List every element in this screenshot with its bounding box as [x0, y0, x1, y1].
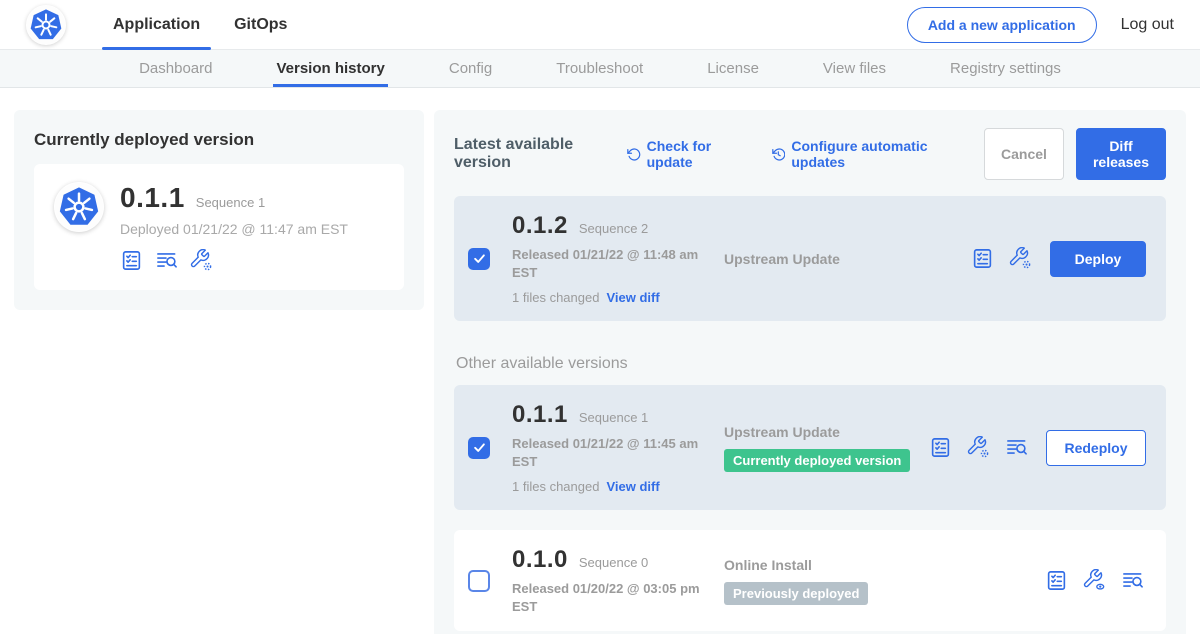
top-nav: Application GitOps Add a new application…	[0, 0, 1200, 50]
deploy-button[interactable]: Deploy	[1050, 241, 1146, 277]
add-application-button[interactable]: Add a new application	[907, 7, 1097, 43]
preflight-checks-icon[interactable]	[120, 249, 143, 272]
version-sequence: Sequence 1	[579, 410, 648, 425]
tab-registry-settings[interactable]: Registry settings	[947, 50, 1064, 87]
redeploy-button[interactable]: Redeploy	[1046, 430, 1146, 466]
version-number: 0.1.2	[512, 212, 568, 240]
version-number: 0.1.1	[512, 401, 568, 429]
version-row-0-1-1: 0.1.1 Sequence 1 Released 01/21/22 @ 11:…	[454, 385, 1166, 510]
deployed-version-card: 0.1.1 Sequence 1 Deployed 01/21/22 @ 11:…	[34, 164, 404, 290]
preflight-checks-icon[interactable]	[1045, 569, 1068, 592]
app-sub-nav: Dashboard Version history Config Trouble…	[0, 50, 1200, 88]
version-source: Upstream Update	[724, 251, 840, 267]
config-wrench-eye-icon[interactable]	[1083, 569, 1106, 592]
view-diff-search-icon[interactable]	[1121, 569, 1144, 592]
check-for-update-link[interactable]: Check for update	[626, 138, 745, 170]
version-row-0-1-0: 0.1.0 Sequence 0 Released 01/20/22 @ 03:…	[454, 530, 1166, 631]
tab-gitops-label: GitOps	[234, 16, 287, 34]
version-row-0-1-2: 0.1.2 Sequence 2 Released 01/21/22 @ 11:…	[454, 196, 1166, 321]
deployed-version-number: 0.1.1	[120, 182, 185, 214]
previously-deployed-badge: Previously deployed	[724, 582, 868, 605]
diff-releases-button[interactable]: Diff releases	[1076, 128, 1166, 180]
version-checkbox[interactable]	[468, 570, 490, 592]
config-wrench-gear-icon[interactable]	[967, 436, 990, 459]
released-timestamp: Released 01/21/22 @ 11:45 am EST	[512, 435, 700, 470]
view-diff-search-icon[interactable]	[155, 249, 178, 272]
checkmark-icon	[472, 440, 487, 455]
view-diff-link[interactable]: View diff	[606, 479, 659, 494]
checkmark-icon	[472, 251, 487, 266]
configure-automatic-updates-link[interactable]: Configure automatic updates	[771, 138, 958, 170]
tab-application[interactable]: Application	[96, 0, 217, 50]
other-versions-title: Other available versions	[456, 355, 1166, 373]
currently-deployed-badge: Currently deployed version	[724, 449, 910, 472]
currently-deployed-title: Currently deployed version	[34, 130, 404, 150]
tab-dashboard[interactable]: Dashboard	[136, 50, 215, 87]
tab-gitops[interactable]: GitOps	[217, 0, 304, 50]
view-diff-link[interactable]: View diff	[606, 290, 659, 305]
app-kubernetes-icon	[54, 182, 104, 232]
version-sequence: Sequence 2	[579, 221, 648, 236]
tab-license[interactable]: License	[704, 50, 762, 87]
tab-config[interactable]: Config	[446, 50, 495, 87]
refresh-icon	[626, 146, 641, 163]
config-wrench-gear-icon[interactable]	[1009, 247, 1032, 270]
tab-version-history[interactable]: Version history	[273, 50, 387, 87]
files-changed: 1 files changed	[512, 479, 599, 494]
version-source: Online Install	[724, 557, 812, 573]
kubernetes-logo-icon	[26, 5, 66, 45]
tab-view-files[interactable]: View files	[820, 50, 889, 87]
files-changed: 1 files changed	[512, 290, 599, 305]
preflight-checks-icon[interactable]	[971, 247, 994, 270]
currently-deployed-panel: Currently deployed version 0.1.1 Sequenc…	[14, 110, 424, 310]
version-source: Upstream Update	[724, 424, 840, 440]
version-checkbox[interactable]	[468, 248, 490, 270]
cancel-button[interactable]: Cancel	[984, 128, 1064, 180]
view-diff-search-icon[interactable]	[1005, 436, 1028, 459]
logout-link[interactable]: Log out	[1121, 16, 1174, 34]
version-checkbox[interactable]	[468, 437, 490, 459]
version-number: 0.1.0	[512, 546, 568, 574]
latest-available-title: Latest available version	[454, 136, 610, 172]
config-wrench-gear-icon[interactable]	[190, 249, 213, 272]
deployed-timestamp: Deployed 01/21/22 @ 11:47 am EST	[120, 221, 348, 237]
preflight-checks-icon[interactable]	[929, 436, 952, 459]
tab-application-label: Application	[113, 16, 200, 34]
tab-troubleshoot[interactable]: Troubleshoot	[553, 50, 646, 87]
available-versions-panel: Latest available version Check for updat…	[434, 110, 1186, 634]
deployed-sequence: Sequence 1	[196, 195, 265, 210]
clock-refresh-icon	[771, 146, 786, 163]
released-timestamp: Released 01/20/22 @ 03:05 pm EST	[512, 580, 700, 615]
version-sequence: Sequence 0	[579, 555, 648, 570]
released-timestamp: Released 01/21/22 @ 11:48 am EST	[512, 246, 700, 281]
